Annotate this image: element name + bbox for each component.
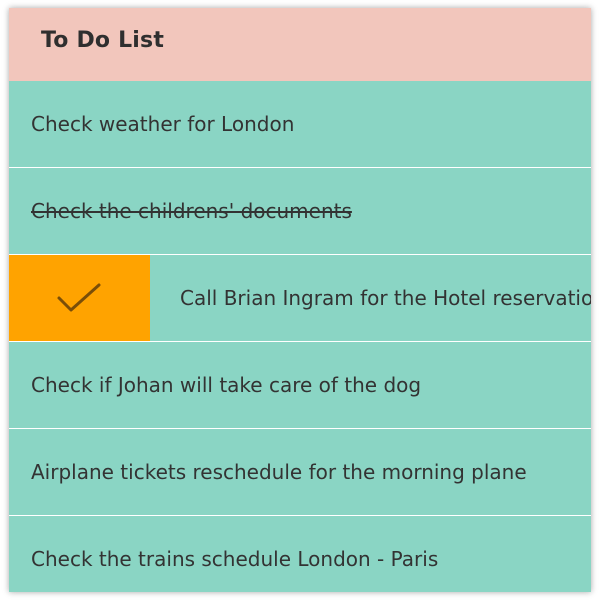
check-icon: [57, 283, 101, 312]
task-item[interactable]: Check if Johan will take care of the dog: [9, 342, 591, 429]
task-label: Check weather for London: [31, 112, 295, 136]
task-item-swiped[interactable]: Call Brian Ingram for the Hotel reservat…: [9, 255, 591, 342]
header: To Do List: [9, 8, 591, 81]
task-label: Call Brian Ingram for the Hotel reservat…: [180, 286, 591, 310]
task-item[interactable]: Airplane tickets reschedule for the morn…: [9, 429, 591, 516]
task-label: Check the trains schedule London - Paris: [31, 547, 439, 571]
page-title: To Do List: [41, 28, 165, 53]
task-item-completed[interactable]: Check the childrens' documents: [9, 168, 591, 255]
task-item[interactable]: Check the trains schedule London - Paris: [9, 516, 591, 592]
task-label: Airplane tickets reschedule for the morn…: [31, 460, 527, 484]
todo-app: To Do List Check weather for London Chec…: [9, 8, 591, 592]
complete-task-button[interactable]: [9, 255, 150, 341]
task-label: Check the childrens' documents: [31, 199, 352, 223]
task-item[interactable]: Check weather for London: [9, 81, 591, 168]
task-label: Check if Johan will take care of the dog: [31, 373, 422, 397]
